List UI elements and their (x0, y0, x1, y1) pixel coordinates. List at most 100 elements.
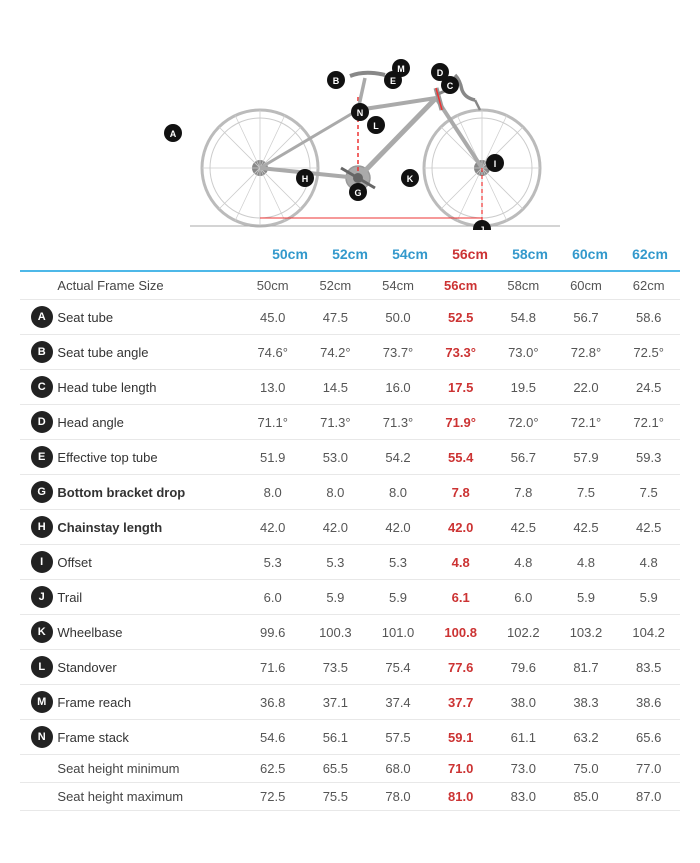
row-value-5: 85.0 (555, 783, 618, 811)
row-value-0: 72.5 (241, 783, 304, 811)
badge-cell: K (20, 615, 53, 650)
row-value-4: 4.8 (492, 545, 555, 580)
row-value-2: 8.0 (367, 475, 430, 510)
row-value-1: 52cm (304, 272, 367, 300)
row-value-3: 77.6 (429, 650, 492, 685)
size-col-54[interactable]: 54cm (380, 246, 440, 262)
row-value-0: 54.6 (241, 720, 304, 755)
size-col-58[interactable]: 58cm (500, 246, 560, 262)
row-value-6: 87.0 (617, 783, 680, 811)
row-value-2: 37.4 (367, 685, 430, 720)
row-value-3: 6.1 (429, 580, 492, 615)
table-row: EEffective top tube51.953.054.255.456.75… (20, 440, 680, 475)
row-value-0: 62.5 (241, 755, 304, 783)
table-row: MFrame reach36.837.137.437.738.038.338.6 (20, 685, 680, 720)
row-value-4: 102.2 (492, 615, 555, 650)
row-name: Actual Frame Size (53, 272, 241, 300)
row-value-0: 45.0 (241, 300, 304, 335)
row-value-6: 42.5 (617, 510, 680, 545)
row-value-2: 42.0 (367, 510, 430, 545)
row-value-2: 68.0 (367, 755, 430, 783)
row-value-3: 55.4 (429, 440, 492, 475)
row-name: Wheelbase (53, 615, 241, 650)
row-value-5: 5.9 (555, 580, 618, 615)
row-value-1: 56.1 (304, 720, 367, 755)
row-value-3: 100.8 (429, 615, 492, 650)
row-value-2: 54.2 (367, 440, 430, 475)
row-badge-i: I (31, 551, 53, 573)
size-col-62[interactable]: 62cm (620, 246, 680, 262)
row-value-0: 99.6 (241, 615, 304, 650)
row-value-1: 53.0 (304, 440, 367, 475)
row-value-1: 47.5 (304, 300, 367, 335)
row-value-3: 4.8 (429, 545, 492, 580)
row-value-0: 74.6° (241, 335, 304, 370)
row-value-3: 56cm (429, 272, 492, 300)
row-name: Standover (53, 650, 241, 685)
badge-cell (20, 783, 53, 811)
badge-cell: D (20, 405, 53, 440)
table-row: BSeat tube angle74.6°74.2°73.7°73.3°73.0… (20, 335, 680, 370)
row-value-1: 73.5 (304, 650, 367, 685)
svg-text:I: I (494, 159, 497, 169)
row-value-3: 7.8 (429, 475, 492, 510)
badge-cell: C (20, 370, 53, 405)
row-value-1: 14.5 (304, 370, 367, 405)
size-col-56[interactable]: 56cm (440, 246, 500, 262)
svg-text:E: E (390, 76, 396, 86)
row-value-2: 54cm (367, 272, 430, 300)
table-row: ASeat tube45.047.550.052.554.856.758.6 (20, 300, 680, 335)
row-value-6: 72.5° (617, 335, 680, 370)
row-value-0: 8.0 (241, 475, 304, 510)
row-value-4: 73.0 (492, 755, 555, 783)
row-value-0: 71.1° (241, 405, 304, 440)
row-value-0: 50cm (241, 272, 304, 300)
badge-cell: H (20, 510, 53, 545)
svg-text:H: H (302, 174, 309, 184)
badge-cell (20, 755, 53, 783)
row-value-6: 38.6 (617, 685, 680, 720)
row-value-4: 54.8 (492, 300, 555, 335)
row-value-6: 4.8 (617, 545, 680, 580)
row-name: Head angle (53, 405, 241, 440)
size-col-60[interactable]: 60cm (560, 246, 620, 262)
row-value-5: 42.5 (555, 510, 618, 545)
row-value-6: 24.5 (617, 370, 680, 405)
row-badge-j: J (31, 586, 53, 608)
row-value-1: 65.5 (304, 755, 367, 783)
size-col-50[interactable]: 50cm (260, 246, 320, 262)
row-value-4: 56.7 (492, 440, 555, 475)
row-badge-b: B (31, 341, 53, 363)
badge-cell: A (20, 300, 53, 335)
row-value-4: 58cm (492, 272, 555, 300)
size-header-label (20, 246, 260, 262)
row-value-4: 79.6 (492, 650, 555, 685)
row-value-5: 22.0 (555, 370, 618, 405)
row-value-6: 65.6 (617, 720, 680, 755)
table-row: KWheelbase99.6100.3101.0100.8102.2103.21… (20, 615, 680, 650)
row-value-4: 83.0 (492, 783, 555, 811)
row-value-5: 7.5 (555, 475, 618, 510)
table-row: LStandover71.673.575.477.679.681.783.5 (20, 650, 680, 685)
row-value-3: 73.3° (429, 335, 492, 370)
row-value-3: 71.9° (429, 405, 492, 440)
row-value-1: 100.3 (304, 615, 367, 650)
row-value-3: 71.0 (429, 755, 492, 783)
row-value-4: 72.0° (492, 405, 555, 440)
row-value-5: 63.2 (555, 720, 618, 755)
row-value-5: 57.9 (555, 440, 618, 475)
row-value-6: 104.2 (617, 615, 680, 650)
row-value-5: 38.3 (555, 685, 618, 720)
row-value-0: 6.0 (241, 580, 304, 615)
row-badge-g: G (31, 481, 53, 503)
row-value-6: 5.9 (617, 580, 680, 615)
row-badge-n: N (31, 726, 53, 748)
row-value-0: 36.8 (241, 685, 304, 720)
badge-cell: G (20, 475, 53, 510)
row-value-1: 42.0 (304, 510, 367, 545)
row-value-3: 59.1 (429, 720, 492, 755)
row-value-0: 5.3 (241, 545, 304, 580)
row-value-6: 7.5 (617, 475, 680, 510)
row-value-2: 71.3° (367, 405, 430, 440)
size-col-52[interactable]: 52cm (320, 246, 380, 262)
